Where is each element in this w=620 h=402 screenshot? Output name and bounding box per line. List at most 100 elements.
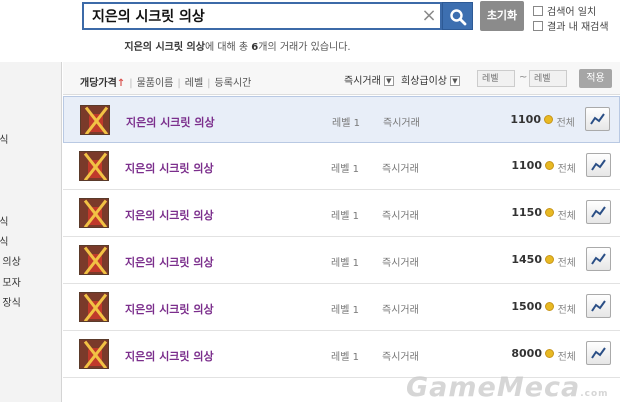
item-scope: 전체 [557,352,576,363]
clear-icon[interactable]: × [420,7,438,25]
search-within-results-checkbox[interactable]: 결과 내 재검색 [533,18,620,33]
item-price: 1100 [511,159,542,172]
filter-bar: 개당가격↑|물품이름|레벨|등록시간 즉시거래▼ 희상급이상▼ ~ 적용 [63,62,620,95]
sort-by-registered[interactable]: 등록시간 [215,78,252,89]
line-chart-icon [591,300,606,312]
watermark-text: GameMeca [406,372,581,402]
grade-value: 희상급이상 [401,76,447,87]
costume-icon [79,198,109,228]
coin-icon [545,161,554,170]
item-level: 레벨 1 [332,118,360,129]
item-trade-type: 즉시거래 [382,211,419,222]
item-price: 1100 [510,113,541,126]
sort-by-name[interactable]: 물품이름 [137,78,174,89]
sort-links: 개당가격↑ | 물품이름 | 레벨 | 등록시간 [80,74,251,89]
line-chart-icon [591,347,606,359]
item-scope: 전체 [556,118,575,129]
price-chart-button[interactable] [586,341,611,365]
item-price: 8000 [511,347,542,360]
item-price: 1150 [511,206,542,219]
coin-icon [545,208,554,217]
list-item[interactable]: 지은의 시크릿 의상 레벨 1 즉시거래 1500 전체 [63,284,620,331]
search-area: × 초기화 검색어 일치 결과 내 재검색 지은의 시크릿 의상에 대해 총 6… [0,0,620,62]
search-icon [450,9,467,26]
line-chart-icon [591,206,606,218]
costume-icon [79,339,109,369]
chevron-down-icon: ▼ [450,76,460,86]
item-name[interactable]: 지은의 시크릿 의상 [126,114,215,130]
search-within-results-label: 결과 내 재검색 [547,22,609,33]
search-button[interactable] [442,2,473,30]
sidebar-item-label: 수 의상 [0,257,21,268]
sidebar-item-label: 장식 [0,217,9,228]
sort-by-level[interactable]: 레벨 [185,78,203,89]
grade-dropdown[interactable]: 희상급이상 ▼ [401,72,460,87]
price-chart-button[interactable] [585,107,610,131]
price-chart-button[interactable] [586,247,611,271]
item-price: 1450 [511,253,542,266]
line-chart-icon [591,159,606,171]
item-level: 레벨 1 [331,258,359,269]
item-name[interactable]: 지은의 시크릿 의상 [125,348,214,364]
checkbox-icon[interactable] [533,20,543,31]
exact-match-checkbox[interactable]: 검색어 일치 [533,3,620,18]
item-level: 레벨 1 [331,211,359,222]
divider: | [207,78,211,89]
level-max-input[interactable] [529,70,567,87]
result-mid: 에 대해 총 [204,42,252,53]
costume-icon [80,105,110,135]
sidebar-item[interactable]: 장식 [0,213,60,228]
sidebar-item[interactable]: 수 의상 [0,253,60,268]
chevron-down-icon: ▼ [383,76,394,86]
sidebar: 장식 장식 장식 수 의상 수 모자 수 장식 품 [0,62,62,402]
item-scope: 전체 [557,305,576,316]
sidebar-item[interactable]: 장식 [0,131,60,146]
apply-button[interactable]: 적용 [579,69,612,88]
item-level: 레벨 1 [331,305,359,316]
sidebar-item-label: 수 장식 [0,298,21,309]
sidebar-item[interactable]: 품 [0,338,60,353]
item-name[interactable]: 지은의 시크릿 의상 [125,301,214,317]
list-item[interactable]: 지은의 시크릿 의상 레벨 1 즉시거래 8000 전체 [63,331,620,378]
line-chart-icon [590,113,605,125]
checkbox-icon[interactable] [533,5,543,16]
item-list: 지은의 시크릿 의상 레벨 1 즉시거래 1100 전체 지은의 시크릿 의상 … [63,96,620,378]
search-box[interactable]: × [82,2,442,30]
sidebar-item-label: 장식 [0,237,9,248]
line-chart-icon [591,253,606,265]
result-term: 지은의 시크릿 의상 [124,42,205,53]
coin-icon [545,302,554,311]
list-item[interactable]: 지은의 시크릿 의상 레벨 1 즉시거래 1150 전체 [63,190,620,237]
item-name[interactable]: 지은의 시크릿 의상 [125,207,214,223]
item-name[interactable]: 지은의 시크릿 의상 [125,254,214,270]
list-item[interactable]: 지은의 시크릿 의상 레벨 1 즉시거래 1100 전체 [63,143,620,190]
sort-by-price[interactable]: 개당가격↑ [80,78,125,89]
sidebar-item[interactable]: 수 모자 [0,274,60,289]
trade-type-dropdown[interactable]: 즉시거래 ▼ [344,72,394,87]
search-input[interactable] [92,6,412,26]
item-level: 레벨 1 [331,164,359,175]
sidebar-item[interactable]: 수 장식 [0,294,60,309]
costume-icon [79,245,109,275]
list-item[interactable]: 지은의 시크릿 의상 레벨 1 즉시거래 1450 전체 [63,237,620,284]
reset-button[interactable]: 초기화 [480,1,524,31]
price-chart-button[interactable] [586,200,611,224]
level-min-input[interactable] [477,70,515,87]
costume-icon [79,292,109,322]
item-scope: 전체 [557,258,576,269]
divider: | [177,78,181,89]
item-scope: 전체 [557,164,576,175]
item-scope: 전체 [557,211,576,222]
sidebar-item-label: 장식 [0,135,9,146]
result-info: 지은의 시크릿 의상에 대해 총 6개의 거래가 있습니다. [0,38,475,53]
divider: | [129,78,133,89]
list-item[interactable]: 지은의 시크릿 의상 레벨 1 즉시거래 1100 전체 [63,96,620,143]
sort-price-label: 개당가격 [80,78,117,89]
item-name[interactable]: 지은의 시크릿 의상 [125,160,214,176]
sidebar-item[interactable]: 장식 [0,233,60,248]
coin-icon [545,255,554,264]
price-chart-button[interactable] [586,153,611,177]
item-level: 레벨 1 [331,352,359,363]
coin-icon [544,115,553,124]
price-chart-button[interactable] [586,294,611,318]
